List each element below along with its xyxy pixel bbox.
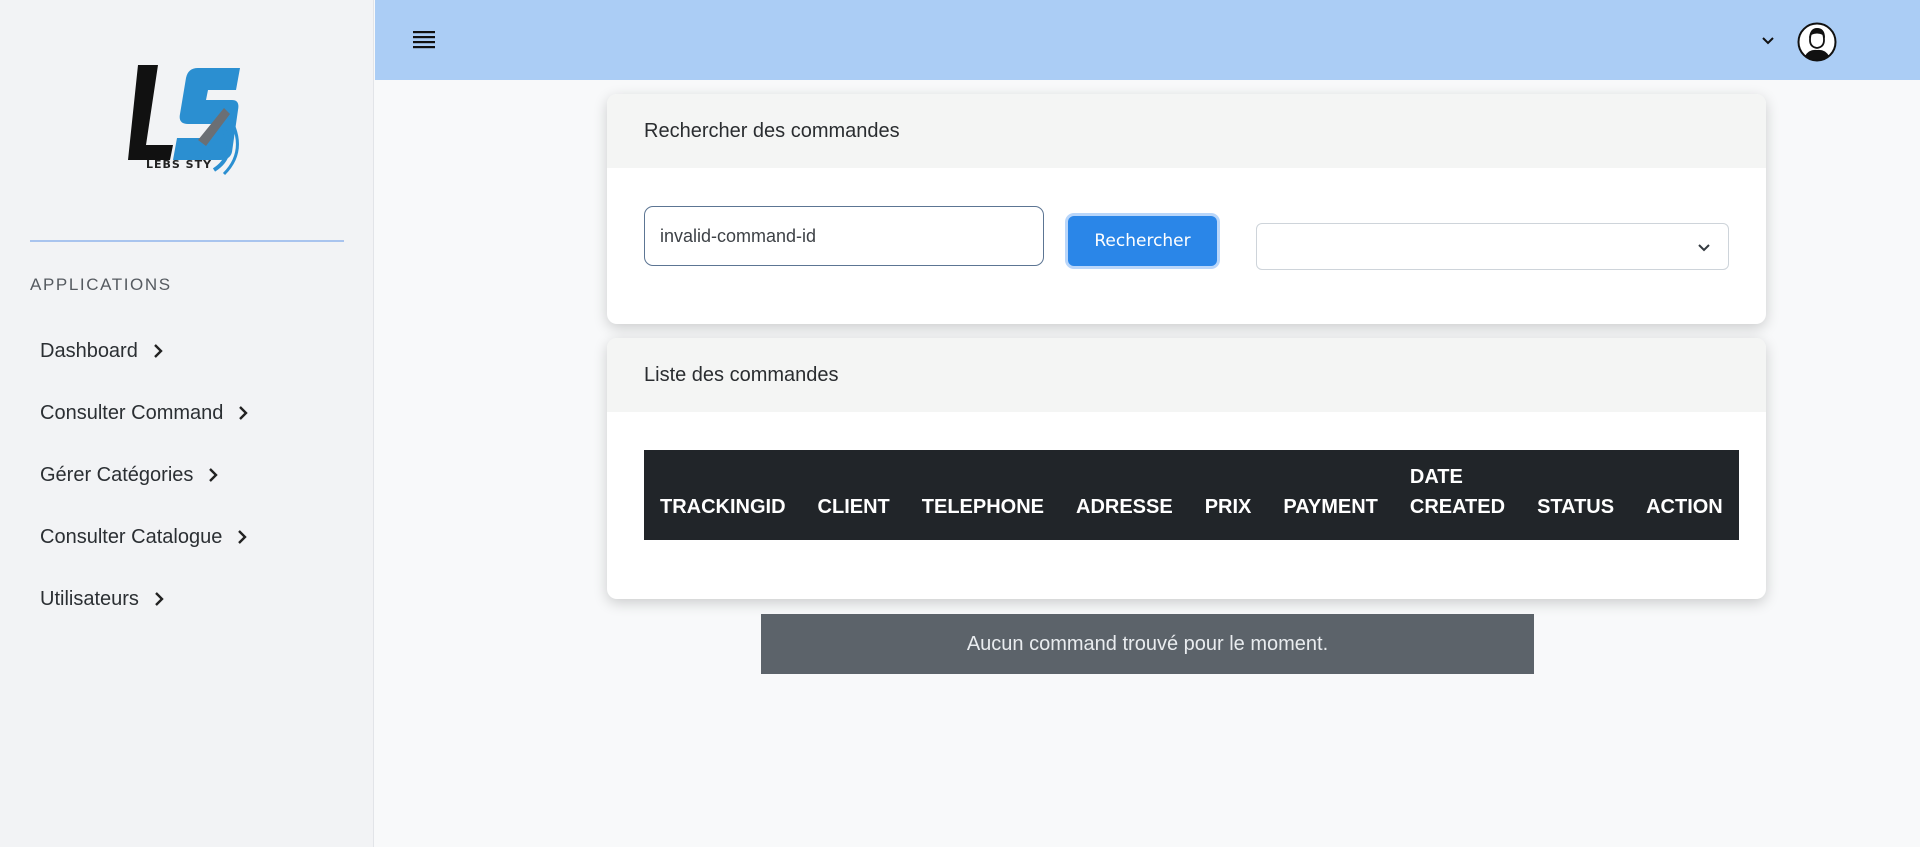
sidebar: LEBS STY APPLICATIONS Dashboard Consulte… [0,0,374,847]
empty-state-message: Aucun command trouvé pour le moment. [761,614,1534,674]
logo-text: LEBS STY [146,158,213,171]
sidebar-item-gerer-categories[interactable]: Gérer Catégories [40,444,249,506]
column-header-trackingid: TRACKINGID [660,496,786,518]
orders-table: TRACKINGID CLIENT TELEPHONE ADRESSE PRIX… [644,450,1739,540]
top-navbar [375,0,1920,80]
chevron-right-icon [238,530,248,544]
chevron-down-icon[interactable] [1760,35,1776,47]
chevron-down-icon [1698,244,1710,252]
sidebar-divider [30,240,344,242]
column-header-adresse: ADRESSE [1076,496,1173,518]
column-header-client: CLIENT [817,496,890,518]
sidebar-item-label: Gérer Catégories [40,463,194,486]
sidebar-item-label: Consulter Catalogue [40,525,223,548]
column-header-prix: PRIX [1204,496,1252,518]
column-header-payment: PAYMENT [1283,496,1378,518]
sidebar-item-consulter-catalogue[interactable]: Consulter Catalogue [40,506,249,568]
column-header-date-created: DATE CREATED [1409,466,1506,518]
chevron-right-icon [153,344,163,358]
search-card-title: Rechercher des commandes [607,94,1766,168]
section-heading: APPLICATIONS [30,275,172,294]
column-header-status: STATUS [1537,496,1615,518]
search-input[interactable] [644,206,1044,266]
search-button[interactable]: Rechercher [1068,216,1217,266]
column-header-action: ACTION [1646,496,1723,518]
sidebar-item-consulter-command[interactable]: Consulter Command [40,382,249,444]
sidebar-menu: Dashboard Consulter Command Gérer Catégo… [40,320,249,630]
search-card: Rechercher des commandes Rechercher [607,94,1766,324]
chevron-right-icon [239,406,249,420]
sidebar-item-utilisateurs[interactable]: Utilisateurs [40,568,249,630]
brand-logo[interactable]: LEBS STY [128,60,248,178]
column-header-telephone: TELEPHONE [921,496,1045,518]
table-header-row: TRACKINGID CLIENT TELEPHONE ADRESSE PRIX… [644,450,1739,540]
sidebar-item-label: Dashboard [40,339,138,362]
sidebar-item-label: Consulter Command [40,401,224,424]
orders-list-title: Liste des commandes [607,338,1766,412]
orders-list-card: Liste des commandes TRACKINGID CLIENT TE… [607,338,1766,599]
sidebar-item-label: Utilisateurs [40,587,139,610]
menu-icon[interactable] [413,30,437,50]
sidebar-item-dashboard[interactable]: Dashboard [40,320,249,382]
user-avatar-icon[interactable] [1797,22,1837,62]
status-filter-select[interactable] [1256,223,1729,270]
chevron-right-icon [209,468,219,482]
chevron-right-icon [155,592,164,606]
